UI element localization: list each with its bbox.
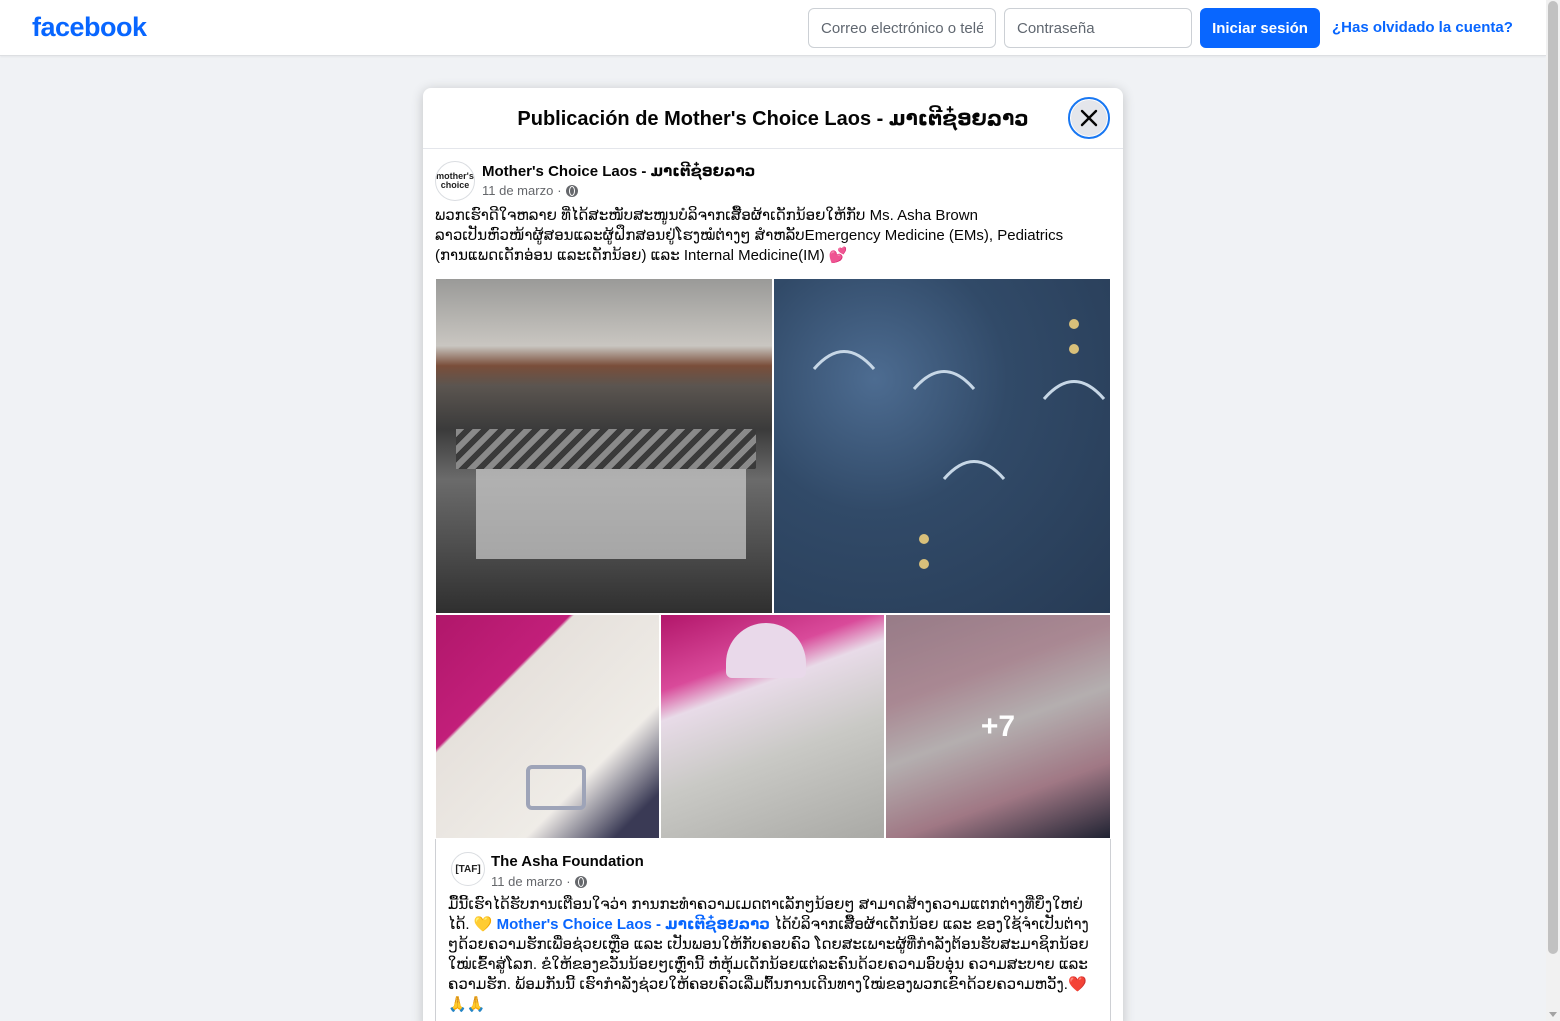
post-photo-hat-and-top[interactable]	[661, 615, 884, 838]
scrollbar-thumb[interactable]	[1548, 1, 1558, 954]
close-button[interactable]	[1068, 97, 1110, 139]
password-field[interactable]	[1004, 8, 1192, 48]
close-icon	[1080, 109, 1098, 127]
post-meta: 11 de marzo ·	[482, 183, 578, 198]
top-navigation-bar: facebook Iniciar sesión ¿Has olvidado la…	[0, 0, 1546, 56]
post-photo-more[interactable]: +7	[886, 615, 1110, 838]
post-text-line: (ການແພດເດັກອ່ອນ ແລະເດັກນ້ອຍ) ແລະ Interna…	[435, 247, 848, 264]
post-author-name[interactable]: Mother's Choice Laos - ມາເຕີຊ໋ອຍລາວ	[482, 162, 755, 180]
page-scrollbar[interactable]	[1546, 0, 1560, 1021]
avatar-text: mother's choice	[436, 171, 474, 190]
more-photos-count: +7	[980, 709, 1016, 743]
page-avatar[interactable]: mother's choice	[435, 161, 475, 201]
shared-post[interactable]: [TAF] The Asha Foundation 11 de marzo · …	[435, 839, 1111, 1021]
post-text-line: ລາວເປັນຫົວໜ້າຜູ້ສອນແລະຜູ້ຝຶກສອນຢູ່ໂຮງໝໍຕ…	[435, 227, 1064, 244]
forgot-account-link[interactable]: ¿Has olvidado la cuenta?	[1332, 19, 1513, 36]
dialog-title: Publicación de Mother's Choice Laos - ມາ…	[517, 108, 1029, 130]
post-dialog: Publicación de Mother's Choice Laos - ມາ…	[423, 88, 1123, 1021]
globe-icon	[574, 875, 587, 888]
post-photo-white-bodysuit[interactable]	[436, 615, 659, 838]
page-mention-link[interactable]: Mother's Choice Laos - ມາເຕີຊ໋ອຍລາວ	[497, 916, 770, 933]
facebook-logo[interactable]: facebook	[32, 12, 147, 43]
login-button[interactable]: Iniciar sesión	[1200, 8, 1320, 48]
shared-post-text: ມື້ນີ້ເຮົາໄດ້ຮັບການເຕືອນໃຈວ່າ ການກະທຳຄວາ…	[448, 895, 1093, 1015]
post-text: ພວກເຮົາດີໃຈຫລາຍ ທີ່ໄດ້ສະໜັບສະໜູນບໍລິຈາກເ…	[435, 206, 1100, 266]
dialog-header: Publicación de Mother's Choice Laos - ມາ…	[423, 88, 1123, 149]
post-text-line: ພວກເຮົາດີໃຈຫລາຍ ທີ່ໄດ້ສະໜັບສະໜູນບໍລິຈາກເ…	[435, 207, 978, 224]
more-photos-overlay[interactable]: +7	[886, 615, 1110, 838]
hangers-icon	[812, 319, 1106, 569]
post-photo-crib[interactable]	[436, 279, 772, 613]
scroll-down-arrow-icon[interactable]	[1549, 1012, 1557, 1017]
shared-post-meta: 11 de marzo ·	[491, 874, 587, 889]
shared-page-avatar[interactable]: [TAF]	[451, 852, 485, 886]
globe-icon	[565, 184, 578, 197]
shared-author-name[interactable]: The Asha Foundation	[491, 853, 644, 870]
shared-post-date[interactable]: 11 de marzo	[491, 874, 562, 889]
post-date[interactable]: 11 de marzo	[482, 183, 553, 198]
email-field[interactable]	[808, 8, 996, 48]
shared-avatar-text: [TAF]	[455, 863, 481, 875]
post-photo-blue-onesies[interactable]	[774, 279, 1110, 613]
